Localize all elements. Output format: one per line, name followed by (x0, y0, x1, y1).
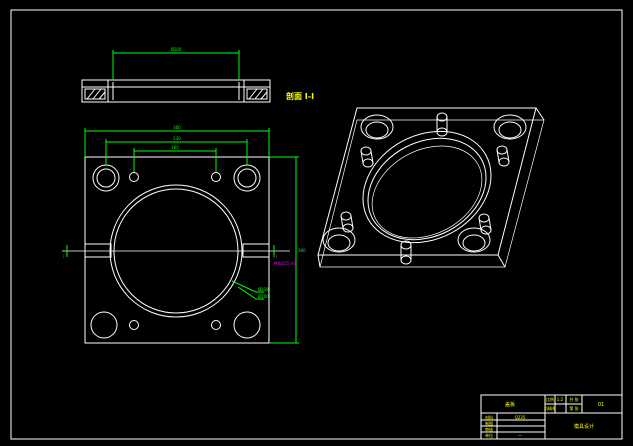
scale-value: 1:2 (557, 397, 564, 402)
scale-label: 比例 (546, 396, 554, 402)
org-label: 单位 (485, 432, 493, 438)
section-label: 剖面 Ⅰ-Ⅰ (286, 91, 314, 101)
sheet-value: 第 张 (569, 405, 578, 411)
cad-drawing: Ø200 剖面 Ⅰ-Ⅰ 300 230 160 300 Ⅰ Ⅰ M8深15 4个… (0, 0, 633, 446)
checker-label: 审核 (485, 426, 493, 432)
thread-note: M8深15 4个 (274, 260, 297, 266)
org-value: 模具设计 (574, 423, 594, 430)
canvas-background (0, 0, 633, 446)
callout-upper: Ø218 (258, 287, 269, 292)
section-mark-left: Ⅰ (63, 254, 64, 259)
hole-spacing-outer-dim: 230 (173, 136, 181, 141)
unit-value: 机械系 (544, 405, 556, 411)
org-value-cell: — (518, 433, 522, 438)
material-value: Q235 (515, 415, 526, 420)
section-mark-right: Ⅰ (276, 254, 277, 259)
part-name: 盖板 (505, 401, 515, 408)
overall-width-dim: 300 (173, 125, 181, 130)
material-label: 材料 (485, 414, 493, 420)
callout-lower: Ø200 (258, 294, 269, 299)
drawing-no: 01 (598, 402, 604, 408)
section-width-dim: Ø200 (171, 47, 182, 52)
overall-height-dim: 300 (298, 248, 306, 253)
sheet-label: 共 张 (569, 396, 578, 402)
hole-spacing-inner-dim: 160 (171, 145, 179, 150)
designer-label: 制图 (485, 420, 493, 426)
